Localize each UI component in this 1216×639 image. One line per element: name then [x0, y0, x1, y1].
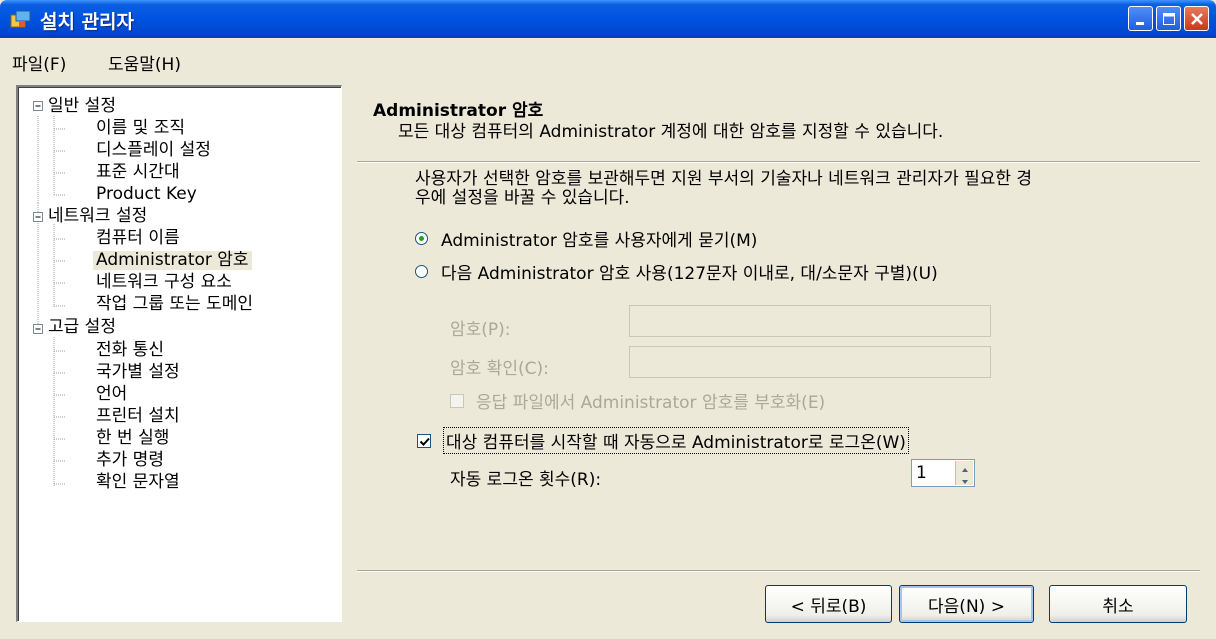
back-button[interactable]: < 뒤로(B): [765, 585, 892, 623]
close-button[interactable]: [1184, 6, 1209, 31]
close-icon: [1191, 13, 1203, 25]
tree-item-regional[interactable]: 국가별 설정: [96, 363, 180, 382]
tree-item-identification-string[interactable]: 확인 문자열: [96, 473, 180, 492]
menu-help[interactable]: 도움말(H): [108, 50, 181, 75]
spinner-buttons[interactable]: [955, 461, 973, 485]
menu-file[interactable]: 파일(F): [12, 50, 66, 75]
tree-group-network[interactable]: 네트워크 설정: [48, 207, 147, 226]
auto-logon-checkbox[interactable]: 대상 컴퓨터를 시작할 때 자동으로 Administrator로 로그온(W): [417, 427, 909, 454]
arrow-down-icon: [962, 480, 968, 484]
tree-group-general[interactable]: 일반 설정: [48, 97, 116, 116]
radio-ask-user-label: Administrator 암호를 사용자에게 묻기(M): [441, 231, 758, 251]
intro-line-2: 우에 설정을 바꿀 수 있습니다.: [415, 188, 630, 208]
setup-manager-icon: [10, 9, 32, 29]
auto-logon-count-value[interactable]: 1: [916, 463, 927, 483]
intro-text: 사용자가 선택한 암호를 보관해두면 지원 부서의 기술자나 네트워크 관리자가…: [415, 170, 1205, 208]
tree-item-display[interactable]: 디스플레이 설정: [96, 141, 211, 160]
tree-item-telephony[interactable]: 전화 통신: [96, 341, 164, 360]
tree-item-timezone[interactable]: 표준 시간대: [96, 163, 180, 182]
checkbox-checked[interactable]: [417, 433, 431, 448]
radio-ask-user[interactable]: Administrator 암호를 사용자에게 묻기(M): [415, 226, 757, 251]
spin-up-button[interactable]: [955, 461, 973, 473]
tree-item-product-key[interactable]: Product Key: [96, 185, 197, 204]
settings-tree[interactable]: 일반 설정 이름 및 조직 디스플레이 설정 표준 시간대 Product Ke…: [16, 85, 342, 622]
title-bar[interactable]: 설치 관리자: [0, 0, 1216, 38]
header-divider: [357, 161, 1200, 163]
confirm-password-label: 암호 확인(C):: [450, 359, 549, 379]
checkbox-unchecked[interactable]: [450, 393, 464, 408]
checkmark-icon: [419, 437, 430, 446]
confirm-password-field[interactable]: [629, 346, 991, 378]
minimize-button[interactable]: [1128, 6, 1153, 31]
tree-item-workgroup-domain[interactable]: 작업 그룹 또는 도메인: [96, 295, 253, 314]
spin-down-button[interactable]: [955, 473, 973, 485]
radio-use-password[interactable]: 다음 Administrator 암호 사용(127문자 이내로, 대/소문자 …: [415, 259, 938, 284]
maximize-icon: [1163, 13, 1175, 25]
page-description: 모든 대상 컴퓨터의 Administrator 계정에 대한 암호를 지정할 …: [398, 122, 944, 142]
tree-item-printers[interactable]: 프린터 설치: [96, 407, 180, 426]
menu-bar: 파일(F) 도움말(H): [0, 38, 1216, 80]
minimize-icon: [1136, 22, 1144, 25]
tree-item-additional-commands[interactable]: 추가 명령: [96, 451, 164, 470]
intro-line-1: 사용자가 선택한 암호를 보관해두면 지원 부서의 기술자나 네트워크 관리자가…: [415, 169, 1033, 189]
tree-item-computer-name[interactable]: 컴퓨터 이름: [96, 229, 180, 248]
tree-group-advanced[interactable]: 고급 설정: [48, 318, 116, 337]
encrypt-password-label: 응답 파일에서 Administrator 암호를 부호화(E): [476, 393, 826, 413]
maximize-button[interactable]: [1156, 6, 1181, 31]
password-label: 암호(P):: [450, 320, 511, 340]
radio-button-unselected[interactable]: [415, 265, 428, 278]
tree-item-language[interactable]: 언어: [96, 385, 127, 404]
auto-logon-count-spinner[interactable]: 1: [911, 459, 975, 487]
tree-item-run-once[interactable]: 한 번 실행: [96, 429, 169, 448]
footer-divider: [357, 570, 1200, 572]
tree-item-network-components[interactable]: 네트워크 구성 요소: [96, 273, 232, 292]
password-field[interactable]: [629, 305, 991, 337]
encrypt-password-checkbox[interactable]: 응답 파일에서 Administrator 암호를 부호화(E): [450, 388, 825, 413]
auto-logon-count-label: 자동 로그온 횟수(R):: [450, 470, 602, 490]
radio-button-selected[interactable]: [415, 232, 428, 245]
tree-item-name-org[interactable]: 이름 및 조직: [96, 119, 185, 138]
cancel-button[interactable]: 취소: [1049, 585, 1187, 623]
auto-logon-label: 대상 컴퓨터를 시작할 때 자동으로 Administrator로 로그온(W): [443, 427, 909, 454]
window-title: 설치 관리자: [40, 11, 135, 33]
tree-item-admin-password[interactable]: Administrator 암호: [93, 251, 252, 270]
next-button[interactable]: 다음(N) >: [899, 585, 1034, 623]
radio-use-password-label: 다음 Administrator 암호 사용(127문자 이내로, 대/소문자 …: [441, 264, 938, 284]
